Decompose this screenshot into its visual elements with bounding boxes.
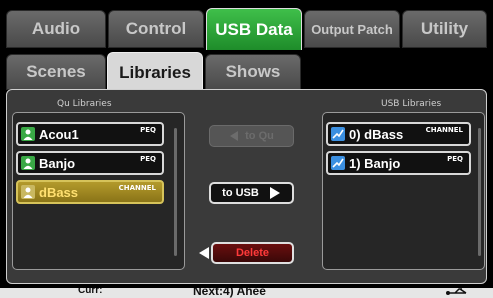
item-type: PEQ <box>447 155 463 163</box>
arrow-right-icon <box>269 187 280 199</box>
to-usb-button[interactable]: to USB <box>209 182 294 204</box>
qu-libraries-scrollbar[interactable] <box>174 128 177 256</box>
tab-control[interactable]: Control <box>108 10 204 48</box>
tab-libraries[interactable]: Libraries <box>107 52 203 92</box>
eq-icon <box>331 156 345 170</box>
usb-libraries-title: USB Libraries <box>381 99 442 109</box>
item-type: PEQ <box>140 155 156 163</box>
tab-label: Audio <box>31 19 81 38</box>
tab-label: USB Data <box>215 19 293 39</box>
usb-library-item-dbass[interactable]: 0) dBass CHANNEL <box>326 122 471 146</box>
tab-label: Libraries <box>119 62 191 82</box>
qu-library-item-acou1[interactable]: Acou1 PEQ <box>16 122 164 146</box>
item-name: Banjo <box>39 155 76 171</box>
tab-shows[interactable]: Shows <box>205 54 301 90</box>
qu-library-item-banjo[interactable]: Banjo PEQ <box>16 151 164 175</box>
current-scene: Curr: <box>78 288 103 296</box>
tab-label: Scenes <box>26 62 86 81</box>
to-usb-label: to USB <box>222 187 259 199</box>
next-scene: Next:4) Ahee <box>193 288 266 298</box>
tab-audio[interactable]: Audio <box>6 10 106 48</box>
person-icon <box>21 156 35 170</box>
qu-libraries-title: Qu Libraries <box>57 99 112 109</box>
person-icon <box>21 127 35 141</box>
tab-label: Shows <box>225 62 281 81</box>
tab-utility[interactable]: Utility <box>402 10 487 48</box>
delete-button[interactable]: Delete <box>211 242 294 264</box>
item-name: Acou1 <box>39 126 79 142</box>
tab-usb-data[interactable]: USB Data <box>206 8 302 50</box>
usb-library-item-banjo[interactable]: 1) Banjo PEQ <box>326 151 471 175</box>
qu-library-item-dbass[interactable]: dBass CHANNEL <box>16 180 164 204</box>
tab-label: Output Patch <box>311 21 393 37</box>
usb-libraries-scrollbar[interactable] <box>478 128 481 256</box>
item-type: PEQ <box>140 126 156 134</box>
item-name: 1) Banjo <box>349 155 401 171</box>
tab-output-patch[interactable]: Output Patch <box>304 10 400 48</box>
arrow-left-icon <box>230 131 239 141</box>
usb-icon <box>446 288 467 295</box>
item-name: 0) dBass <box>349 126 404 142</box>
person-icon <box>21 185 35 199</box>
tab-label: Control <box>125 19 187 38</box>
status-bar: Curr: Next:4) Ahee <box>0 288 493 298</box>
item-name: dBass <box>39 184 79 200</box>
item-type: CHANNEL <box>118 184 156 192</box>
arrow-left-icon <box>199 247 209 259</box>
tab-label: Utility <box>420 19 469 38</box>
item-type: CHANNEL <box>425 126 463 134</box>
delete-label: Delete <box>235 247 270 259</box>
to-qu-label: to Qu <box>245 130 274 142</box>
to-qu-button[interactable]: to Qu <box>209 125 294 147</box>
tab-scenes[interactable]: Scenes <box>6 54 106 90</box>
eq-icon <box>331 127 345 141</box>
